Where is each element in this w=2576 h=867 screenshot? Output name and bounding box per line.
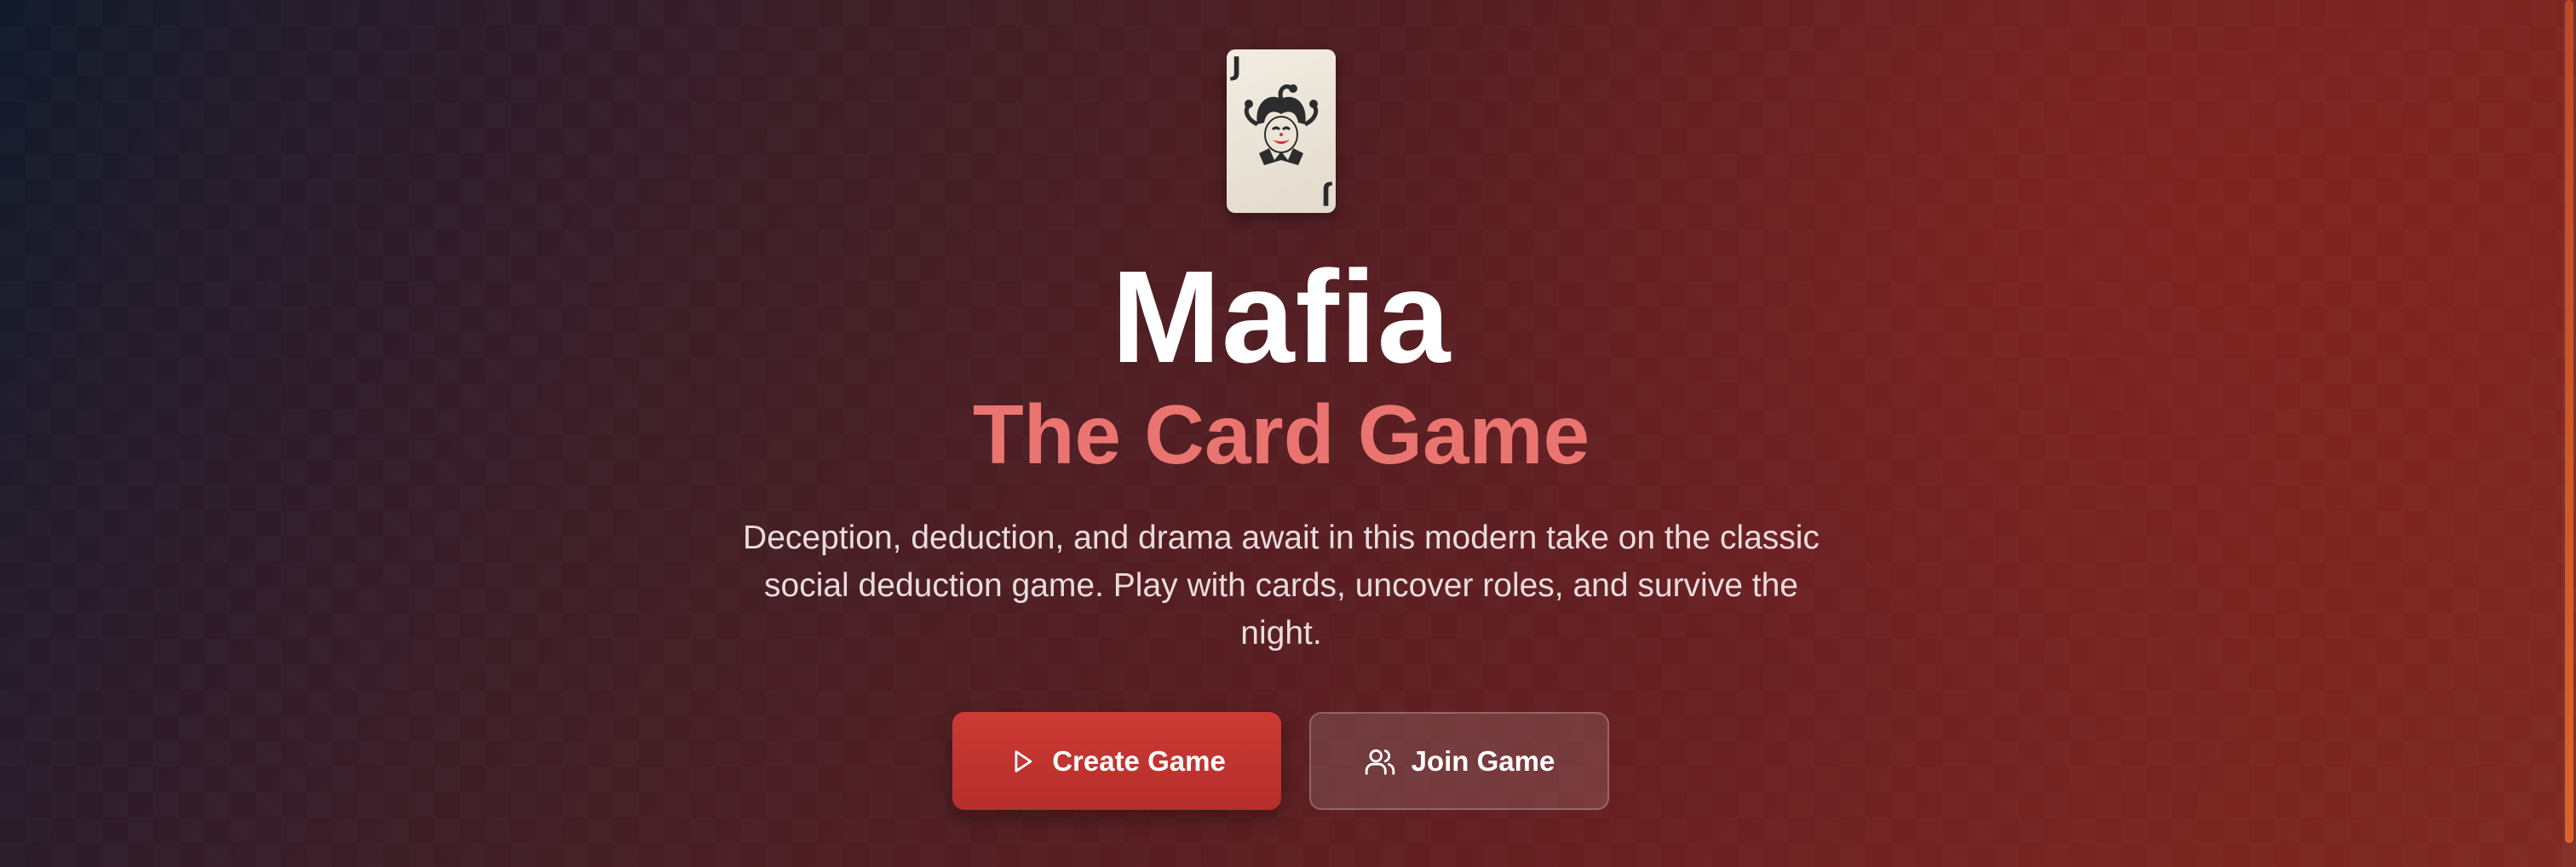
joker-card: J J bbox=[1227, 49, 1336, 213]
page-scrollbar[interactable] bbox=[2562, 0, 2576, 867]
page-title: Mafia bbox=[1111, 244, 1452, 390]
create-game-button[interactable]: Create Game bbox=[952, 712, 1281, 810]
card-corner-bottom: J bbox=[1320, 181, 1331, 210]
hero-description: Deception, deduction, and drama await in… bbox=[743, 520, 1820, 652]
jester-icon bbox=[1244, 84, 1319, 165]
play-icon bbox=[1008, 747, 1037, 776]
join-game-button[interactable]: Join Game bbox=[1309, 712, 1609, 810]
card-corner-top: J bbox=[1232, 52, 1242, 82]
page-subtitle: The Card Game bbox=[972, 388, 1590, 481]
scrollbar-thumb[interactable] bbox=[2565, 0, 2573, 843]
hero-section: J J Mafia The Card Game Deception, deduc… bbox=[0, 0, 2562, 867]
users-icon bbox=[1364, 745, 1396, 778]
create-game-label: Create Game bbox=[1052, 744, 1226, 777]
join-game-label: Join Game bbox=[1411, 744, 1555, 777]
